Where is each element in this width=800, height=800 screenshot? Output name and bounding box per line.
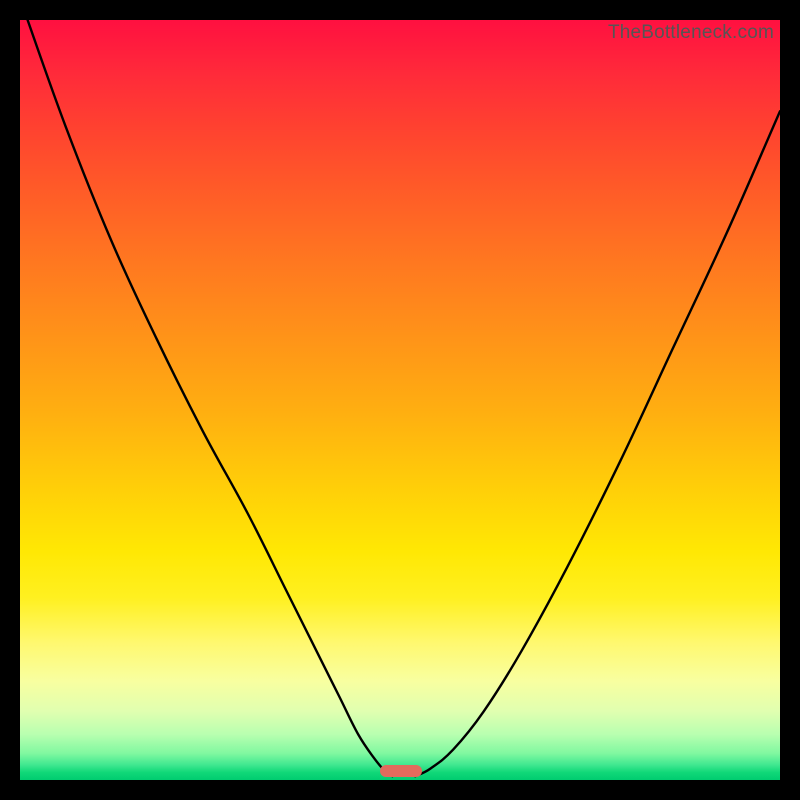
minimum-marker [380,765,422,777]
curve-left-branch [28,20,393,776]
chart-frame: TheBottleneck.com [20,20,780,780]
curve-right-branch [415,111,780,776]
bottleneck-curve [20,20,780,780]
watermark-text: TheBottleneck.com [608,22,774,44]
